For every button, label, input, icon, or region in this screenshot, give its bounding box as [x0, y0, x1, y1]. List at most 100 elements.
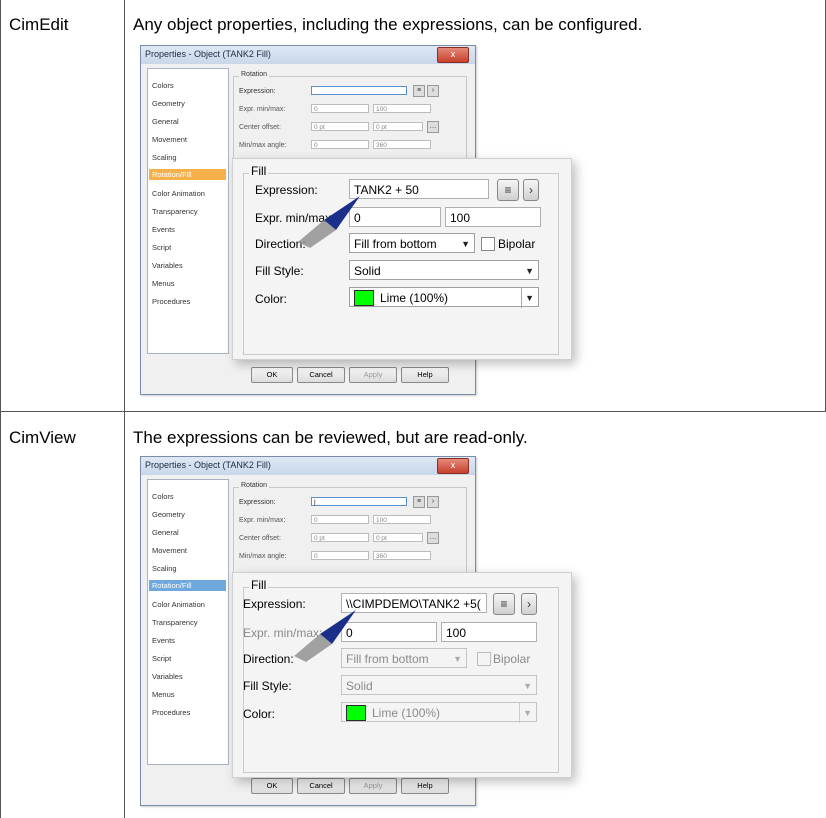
- nav-item-script[interactable]: Script: [152, 654, 171, 663]
- ok-button[interactable]: OK: [251, 778, 293, 794]
- nav-item-scaling[interactable]: Scaling: [152, 564, 177, 573]
- row-label-cimedit: CimEdit: [9, 15, 69, 34]
- rotation-max-input[interactable]: 100: [373, 515, 431, 524]
- nav-item-menus[interactable]: Menus: [152, 279, 175, 288]
- database-icon[interactable]: ≡: [413, 496, 425, 508]
- chevron-down-icon: ▼: [525, 266, 534, 276]
- fill-color-value: Lime (100%): [380, 291, 449, 305]
- database-icon[interactable]: ≡: [413, 85, 425, 97]
- rotation-center-x-input[interactable]: 0 pt: [311, 122, 369, 131]
- nav-item-procedures[interactable]: Procedures: [152, 708, 190, 717]
- fill-style-select[interactable]: Solid ▼: [341, 675, 537, 695]
- nav-item-script[interactable]: Script: [152, 243, 171, 252]
- chevron-down-icon: ▼: [453, 654, 462, 664]
- nav-item-color-animation[interactable]: Color Animation: [152, 189, 205, 198]
- fill-direction-value: Fill from bottom: [354, 237, 437, 251]
- database-icon[interactable]: ≡: [497, 179, 519, 201]
- nav-item-procedures[interactable]: Procedures: [152, 297, 190, 306]
- nav-item-general[interactable]: General: [152, 528, 179, 537]
- dialog-title: Properties - Object (TANK2 Fill): [145, 460, 271, 470]
- rotation-center-y-input[interactable]: 0 pt: [373, 122, 423, 131]
- rotation-group-label: Rotation: [239, 71, 270, 78]
- dialog-titlebar: Properties - Object (TANK2 Fill) x: [141, 457, 475, 475]
- chevron-right-icon[interactable]: ›: [521, 593, 537, 615]
- rotation-group-label: Rotation: [239, 482, 270, 489]
- fill-zoom-panel-cimview: Fill Expression: \\CIMPDEMO\TANK2 +5( ≡ …: [232, 572, 572, 778]
- bipolar-label: Bipolar: [498, 237, 536, 251]
- fill-direction-label: Direction:: [243, 652, 294, 666]
- nav-item-movement[interactable]: Movement: [152, 135, 187, 144]
- fill-style-value: Solid: [346, 679, 373, 693]
- color-swatch: [346, 705, 366, 721]
- close-icon[interactable]: x: [437, 47, 469, 63]
- close-icon[interactable]: x: [437, 458, 469, 474]
- chevron-right-icon[interactable]: ›: [523, 179, 539, 201]
- nav-item-transparency[interactable]: Transparency: [152, 207, 198, 216]
- fill-expression-input[interactable]: TANK2 + 50: [349, 179, 489, 199]
- row-description-cimedit: Any object properties, including the exp…: [133, 15, 643, 34]
- chevron-down-icon: ▼: [521, 288, 534, 308]
- nav-item-variables[interactable]: Variables: [152, 672, 183, 681]
- property-nav: Colors Geometry General Movement Scaling…: [147, 479, 229, 765]
- rotation-center-label: Center offset:: [239, 535, 281, 542]
- apply-button[interactable]: Apply: [349, 367, 397, 383]
- fill-style-label: Fill Style:: [255, 264, 304, 278]
- rotation-angle-label: Min/max angle:: [239, 553, 287, 560]
- property-nav: Colors Geometry General Movement Scaling…: [147, 68, 229, 354]
- help-button[interactable]: Help: [401, 778, 449, 794]
- fill-color-value: Lime (100%): [372, 706, 441, 720]
- rotation-min-input[interactable]: 0: [311, 515, 369, 524]
- nav-item-geometry[interactable]: Geometry: [152, 99, 185, 108]
- ok-button[interactable]: OK: [251, 367, 293, 383]
- fill-color-label: Color:: [255, 292, 288, 306]
- chevron-right-icon[interactable]: ›: [427, 85, 439, 97]
- rotation-angle-max-input[interactable]: 360: [373, 140, 431, 149]
- fill-color-select[interactable]: Lime (100%) ▼: [349, 287, 539, 308]
- more-icon[interactable]: …: [427, 121, 439, 133]
- chevron-down-icon: ▼: [519, 703, 532, 723]
- chevron-right-icon[interactable]: ›: [427, 496, 439, 508]
- rotation-expression-input[interactable]: [311, 86, 407, 95]
- nav-item-events[interactable]: Events: [152, 225, 175, 234]
- rotation-min-input[interactable]: 0: [311, 104, 369, 113]
- help-button[interactable]: Help: [401, 367, 449, 383]
- nav-item-rotation-fill[interactable]: Rotation/Fill: [149, 169, 226, 180]
- rotation-expression-input[interactable]: |: [311, 497, 407, 506]
- nav-item-colors[interactable]: Colors: [152, 81, 174, 90]
- fill-direction-select[interactable]: Fill from bottom ▼: [349, 233, 475, 253]
- pointer-arrow-icon: [294, 610, 356, 662]
- nav-item-movement[interactable]: Movement: [152, 546, 187, 555]
- cancel-button[interactable]: Cancel: [297, 778, 345, 794]
- pointer-arrow-icon: [298, 196, 360, 248]
- rotation-expression-label: Expression:: [239, 499, 276, 506]
- nav-item-geometry[interactable]: Geometry: [152, 510, 185, 519]
- nav-item-events[interactable]: Events: [152, 636, 175, 645]
- nav-item-menus[interactable]: Menus: [152, 690, 175, 699]
- fill-color-select[interactable]: Lime (100%) ▼: [341, 702, 537, 723]
- more-icon[interactable]: …: [427, 532, 439, 544]
- nav-item-colors[interactable]: Colors: [152, 492, 174, 501]
- rotation-center-y-input[interactable]: 0 pt: [373, 533, 423, 542]
- nav-item-scaling[interactable]: Scaling: [152, 153, 177, 162]
- fill-max-input[interactable]: 100: [441, 622, 537, 642]
- chevron-down-icon: ▼: [461, 239, 470, 249]
- nav-item-variables[interactable]: Variables: [152, 261, 183, 270]
- nav-item-transparency[interactable]: Transparency: [152, 618, 198, 627]
- fill-expression-input[interactable]: \\CIMPDEMO\TANK2 +5(: [341, 593, 487, 613]
- bipolar-checkbox[interactable]: [477, 652, 491, 666]
- nav-item-general[interactable]: General: [152, 117, 179, 126]
- rotation-angle-min-input[interactable]: 0: [311, 551, 369, 560]
- fill-style-select[interactable]: Solid ▼: [349, 260, 539, 280]
- fill-max-input[interactable]: 100: [445, 207, 541, 227]
- apply-button[interactable]: Apply: [349, 778, 397, 794]
- fill-style-value: Solid: [354, 264, 381, 278]
- rotation-angle-max-input[interactable]: 360: [373, 551, 431, 560]
- cancel-button[interactable]: Cancel: [297, 367, 345, 383]
- rotation-center-x-input[interactable]: 0 pt: [311, 533, 369, 542]
- nav-item-color-animation[interactable]: Color Animation: [152, 600, 205, 609]
- rotation-angle-min-input[interactable]: 0: [311, 140, 369, 149]
- rotation-max-input[interactable]: 100: [373, 104, 431, 113]
- nav-item-rotation-fill[interactable]: Rotation/Fill: [149, 580, 226, 591]
- bipolar-checkbox[interactable]: [481, 237, 495, 251]
- database-icon[interactable]: ≡: [493, 593, 515, 615]
